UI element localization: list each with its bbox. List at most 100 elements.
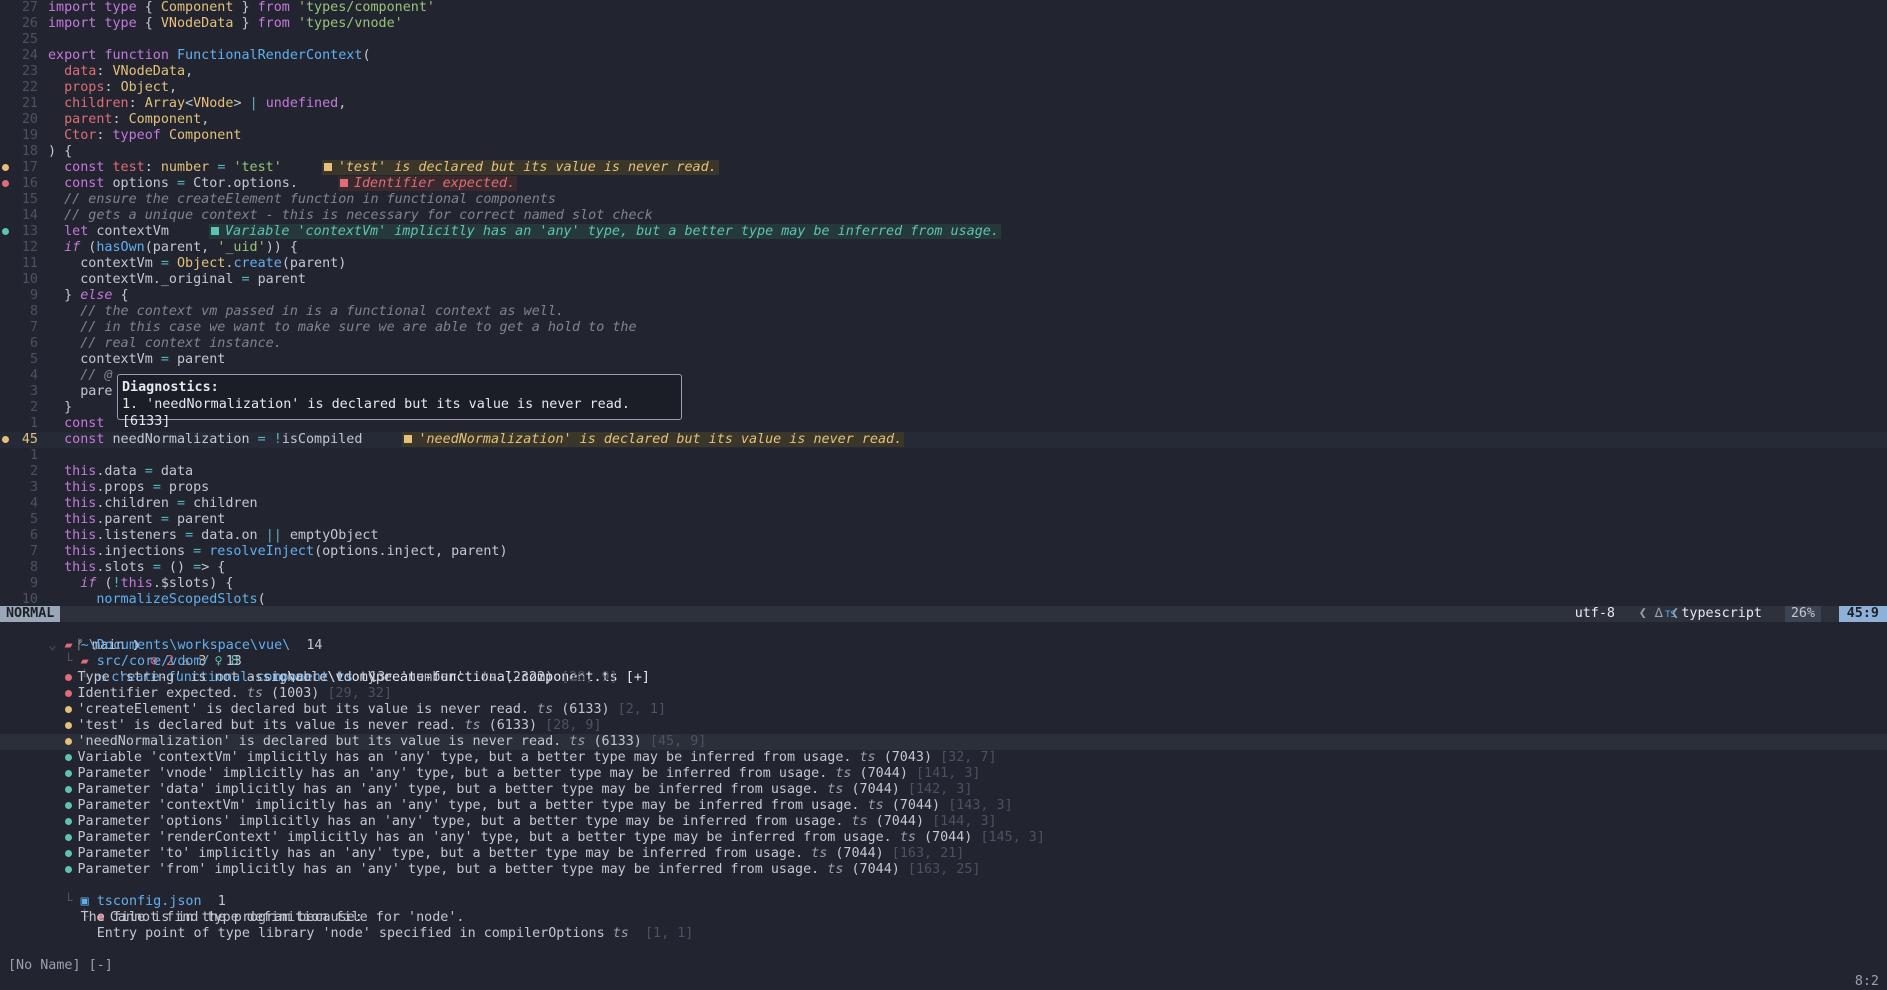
- cursor-position: 45:9: [1838, 606, 1887, 622]
- code-line[interactable]: 15 // ensure the createElement function …: [0, 192, 1887, 208]
- code-line[interactable]: 27 import type { Component } from 'types/…: [0, 0, 1887, 16]
- code-line[interactable]: 18) {: [0, 144, 1887, 160]
- code-line[interactable]: 11 contextVm = Object.create(parent): [0, 256, 1887, 272]
- diagnostic-detail: The file is in the program because:: [80, 910, 363, 925]
- diagnostic-item[interactable]: Parameter 'contextVm' implicitly has an …: [0, 798, 1887, 814]
- code-line[interactable]: 9 if (!this.$slots) {: [0, 576, 1887, 592]
- code-text: // @: [48, 368, 113, 383]
- code-line[interactable]: 5 this.parent = parent: [0, 512, 1887, 528]
- code-line[interactable]: 17 const test: number = 'test''test' is …: [0, 160, 1887, 176]
- tree-file[interactable]: └ ▣ tsconfig.json 1: [0, 878, 1887, 909]
- code-line[interactable]: 9 } else {: [0, 288, 1887, 304]
- line-number: 3: [29, 480, 38, 495]
- code-line[interactable]: 10 contextVm._original = parent: [0, 272, 1887, 288]
- typescript-icon: TS: [1665, 610, 1682, 620]
- tree-root[interactable]: ⌄ ▰ ~\Documents\workspace\vue\ 14: [0, 622, 1887, 653]
- line-number: 45: [21, 432, 38, 447]
- code-line[interactable]: 8 this.slots = () => {: [0, 560, 1887, 576]
- line-number: 10: [21, 272, 38, 287]
- warning-icon: [64, 737, 72, 745]
- code-line[interactable]: 25: [0, 32, 1887, 48]
- diagnostic-item[interactable]: 'needNormalization' is declared but its …: [0, 734, 1887, 750]
- line-number: 22: [21, 80, 38, 95]
- diagnostic-item[interactable]: Identifier expected. ts (1003) [29, 32]: [0, 686, 1887, 702]
- hint-icon: [64, 833, 72, 841]
- encoding: utf-8: [1574, 606, 1615, 621]
- diagnostic-item[interactable]: Parameter 'from' implicitly has an 'any'…: [0, 862, 1887, 878]
- virtual-diagnostic-text: 'needNormalization' is declared but its …: [402, 432, 905, 447]
- line-number: 27: [21, 0, 38, 15]
- tree-dir[interactable]: └ ▰ src/core/vdom/ 13: [0, 638, 1887, 669]
- code-line[interactable]: 21 children: Array<VNode> | undefined,: [0, 96, 1887, 112]
- diagnostic-item[interactable]: Parameter 'renderContext' implicitly has…: [0, 830, 1887, 846]
- line-number: 2: [29, 464, 38, 479]
- line-number: 8: [29, 560, 38, 575]
- code-line[interactable]: 13 let contextVm Variable 'contextVm' imp…: [0, 224, 1887, 240]
- code-line[interactable]: 23 data: VNodeData,: [0, 64, 1887, 80]
- line-number: 16: [21, 176, 38, 191]
- code-editor[interactable]: 27 import type { Component } from 'types/…: [0, 0, 1887, 606]
- code-line[interactable]: 7 // in this case we want to make sure w…: [0, 320, 1887, 336]
- line-number: 4: [29, 496, 38, 511]
- line-number: 6: [29, 336, 38, 351]
- line-number: 7: [29, 544, 38, 559]
- error-icon: [64, 673, 72, 681]
- code-line[interactable]: 3 this.props = props: [0, 480, 1887, 496]
- code-text: // ensure the createElement function in …: [48, 192, 556, 207]
- code-text: contextVm = parent: [48, 352, 226, 367]
- line-number: 1: [29, 416, 38, 431]
- diagnostic-item[interactable]: 'test' is declared but its value is neve…: [0, 718, 1887, 734]
- line-number: 11: [21, 256, 38, 271]
- line-number: 23: [21, 64, 38, 79]
- code-text: this.slots = () => {: [64, 560, 226, 575]
- code-line[interactable]: 22 props: Object,: [0, 80, 1887, 96]
- filetype: TS typescript: [1665, 606, 1762, 621]
- warning-icon: [64, 721, 72, 729]
- scroll-percent: 26%: [1784, 606, 1821, 622]
- code-text: } else {: [48, 288, 129, 303]
- diagnostic-item[interactable]: Parameter 'data' implicitly has an 'any'…: [0, 782, 1887, 798]
- code-text: this.injections = resolveInject(options.…: [64, 544, 508, 559]
- code-line[interactable]: 4 this.children = children: [0, 496, 1887, 512]
- code-text: if (!this.$slots) {: [80, 576, 234, 591]
- code-line[interactable]: 1: [0, 448, 1887, 464]
- code-line[interactable]: 26 import type { VNodeData } from 'types/…: [0, 16, 1887, 32]
- hint-icon: [64, 849, 72, 857]
- diagnostic-item[interactable]: Parameter 'to' implicitly has an 'any' t…: [0, 846, 1887, 862]
- line-number: 19: [21, 128, 38, 143]
- code-text: // gets a unique context - this is neces…: [48, 208, 653, 223]
- code-text: contextVm._original = parent: [48, 272, 306, 287]
- code-text: this.listeners = data.on || emptyObject: [64, 528, 379, 543]
- code-line[interactable]: 20 parent: Component,: [0, 112, 1887, 128]
- code-line[interactable]: 7 this.injections = resolveInject(option…: [0, 544, 1887, 560]
- code-line[interactable]: 8 // the context vm passed in is a funct…: [0, 304, 1887, 320]
- code-text: parent: Component,: [64, 112, 210, 127]
- code-line[interactable]: 5 contextVm = parent: [0, 352, 1887, 368]
- diagnostic-item[interactable]: Parameter 'vnode' implicitly has an 'any…: [0, 766, 1887, 782]
- hint-icon: [64, 785, 72, 793]
- code-line-current[interactable]: 45 const needNormalization = !isCompiled…: [0, 432, 1887, 448]
- code-line[interactable]: 12 if (hasOwn(parent, '_uid')) {: [0, 240, 1887, 256]
- code-line[interactable]: 14 // gets a unique context - this is ne…: [0, 208, 1887, 224]
- code-line[interactable]: 10 normalizeScopedSlots(: [0, 592, 1887, 606]
- code-text: children: Array<VNode> | undefined,: [64, 96, 347, 111]
- code-line[interactable]: 2 this.data = data: [0, 464, 1887, 480]
- code-line[interactable]: 16 const options = Ctor.options. Identifi…: [0, 176, 1887, 192]
- code-line[interactable]: 19 Ctor: typeof Component: [0, 128, 1887, 144]
- diagnostic-item[interactable]: 'createElement' is declared but its valu…: [0, 702, 1887, 718]
- code-line[interactable]: 24 export function FunctionalRenderContex…: [0, 48, 1887, 64]
- diagnostics-panel[interactable]: ⌄ ▰ ~\Documents\workspace\vue\ 14 └ ▰ sr…: [0, 622, 1887, 942]
- code-line[interactable]: 6 // real context instance.: [0, 336, 1887, 352]
- tree-file[interactable]: └ TS create-functional-component.ts 13: [0, 654, 1887, 685]
- code-line[interactable]: 6 this.listeners = data.on || emptyObjec…: [0, 528, 1887, 544]
- buffer-name: [No Name] [-]: [8, 958, 113, 973]
- diagnostic-item[interactable]: Variable 'contextVm' implicitly has an '…: [0, 750, 1887, 766]
- diagnostic-item[interactable]: Parameter 'options' implicitly has an 'a…: [0, 814, 1887, 830]
- code-text: }: [48, 400, 73, 415]
- hint-icon: [64, 865, 72, 873]
- hint-icon: [64, 801, 72, 809]
- line-number: 4: [29, 368, 38, 383]
- diagnostic-item[interactable]: Type 'string' is not assignable to type …: [0, 670, 1887, 686]
- hint-icon: [64, 817, 72, 825]
- diagnostic-item[interactable]: └ Cannot find type definition file for '…: [0, 894, 1887, 925]
